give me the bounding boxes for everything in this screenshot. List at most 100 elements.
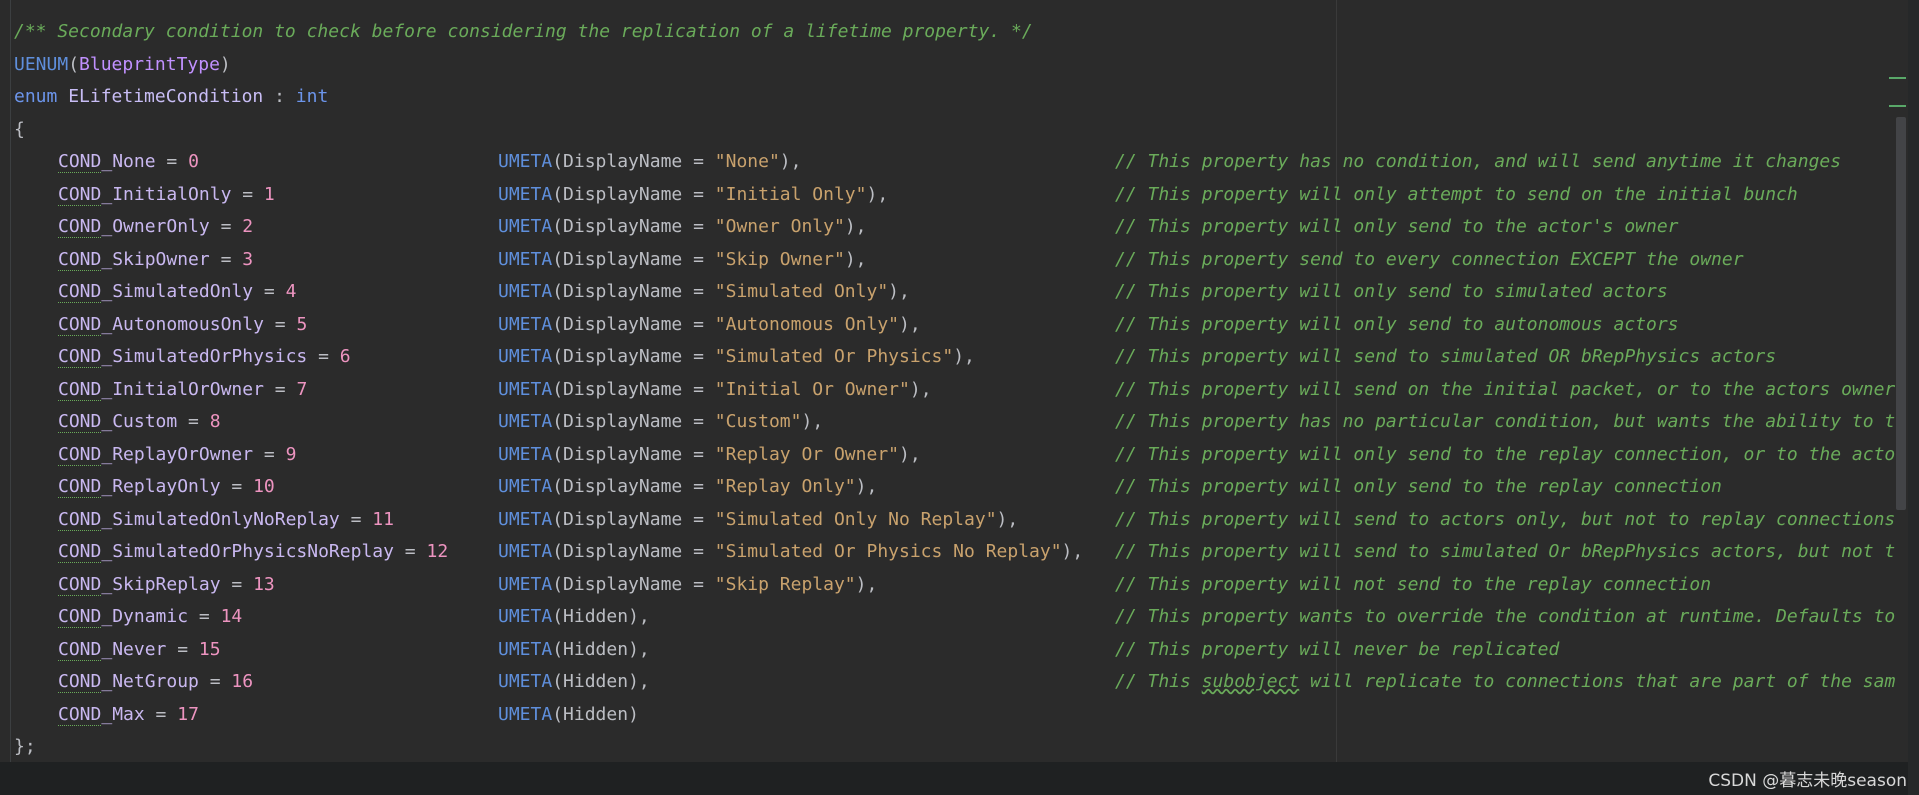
meta-key: Hidden xyxy=(563,638,629,660)
meta-key: DisplayName xyxy=(563,378,683,400)
member-comment: // This property has no condition, and w… xyxy=(1115,151,1842,172)
enum-member-line: COND_SimulatedOrPhysics = 6 UMETA(Display… xyxy=(14,341,1908,374)
meta-key: DisplayName xyxy=(563,248,683,270)
umeta-macro: UMETA xyxy=(498,151,553,172)
member-comment: // This property will only send to the r… xyxy=(1115,476,1722,497)
meta-key: DisplayName xyxy=(563,183,683,205)
member-decl: COND_Max = 17 xyxy=(58,703,199,726)
member-meta: UMETA(DisplayName = "Simulated Or Physic… xyxy=(498,346,975,367)
member-decl: COND_ReplayOnly = 10 xyxy=(58,476,275,498)
enum-member-line: COND_Dynamic = 14 UMETA(Hidden), // This p… xyxy=(14,601,1908,634)
umeta-macro: UMETA xyxy=(498,411,553,432)
enum-sep: : xyxy=(263,86,296,107)
member-value: 2 xyxy=(242,216,254,237)
member-comment: // This property will send to simulated … xyxy=(1115,541,1896,562)
member-name: COND_SimulatedOrPhysicsNoReplay xyxy=(58,541,394,563)
member-meta: UMETA(DisplayName = "Simulated Only"), xyxy=(498,281,910,302)
meta-display-name: "Autonomous Only" xyxy=(714,313,899,335)
umeta-macro: UMETA xyxy=(498,346,553,367)
member-decl: COND_Custom = 8 xyxy=(58,411,221,433)
change-marker[interactable] xyxy=(1889,77,1906,79)
member-separator: , xyxy=(790,151,802,172)
member-separator: , xyxy=(1072,541,1084,562)
uenum-arg: BlueprintType xyxy=(79,53,220,75)
meta-display-name: "Owner Only" xyxy=(714,216,845,237)
code-line: { xyxy=(14,114,1908,147)
enum-member-line: COND_Never = 15 UMETA(Hidden), // This pro… xyxy=(14,634,1908,667)
member-decl: COND_OwnerOnly = 2 xyxy=(58,216,254,238)
member-decl: COND_SkipOwner = 3 xyxy=(58,248,254,271)
member-name: COND_Dynamic xyxy=(58,606,189,628)
meta-key: DisplayName xyxy=(563,216,683,237)
member-meta: UMETA(Hidden), xyxy=(498,606,650,627)
umeta-macro: UMETA xyxy=(498,248,553,270)
meta-display-name: "Simulated Only No Replay" xyxy=(714,508,997,530)
meta-display-name: "Replay Only" xyxy=(714,476,856,497)
member-comment: // This property will send to simulated … xyxy=(1115,346,1777,367)
member-name: COND_AutonomousOnly xyxy=(58,313,264,336)
member-separator: , xyxy=(877,183,889,205)
member-separator: , xyxy=(1007,508,1019,530)
enum-member-line: COND_InitialOrOwner = 7 UMETA(DisplayName… xyxy=(14,374,1908,407)
member-separator: , xyxy=(866,476,878,497)
meta-key: DisplayName xyxy=(563,313,683,335)
vertical-scrollbar[interactable] xyxy=(1896,117,1906,510)
member-separator: , xyxy=(812,411,824,432)
meta-key: Hidden xyxy=(563,671,629,692)
member-meta: UMETA(DisplayName = "Initial Only"), xyxy=(498,183,889,205)
member-meta: UMETA(DisplayName = "Initial Or Owner"), xyxy=(498,378,932,400)
member-comment: // This property will send on the initia… xyxy=(1115,378,1896,400)
member-value: 4 xyxy=(285,281,297,302)
member-comment: // This property will only send to auton… xyxy=(1115,313,1679,335)
member-decl: COND_SkipReplay = 13 xyxy=(58,573,275,596)
member-value: 11 xyxy=(372,508,394,530)
code-editor[interactable]: /** Secondary condition to check before … xyxy=(14,16,1908,762)
member-name: COND_SkipOwner xyxy=(58,248,210,271)
change-marker[interactable] xyxy=(1889,105,1906,107)
enum-member-line: COND_ReplayOnly = 10 UMETA(DisplayName = … xyxy=(14,471,1908,504)
enum-member-line: COND_SimulatedOnlyNoReplay = 11 UMETA(Dis… xyxy=(14,504,1908,537)
meta-display-name: "Simulated Or Physics No Replay" xyxy=(714,541,1062,562)
member-decl: COND_SimulatedOrPhysics = 6 xyxy=(58,346,351,368)
member-comment: // This property will only send to the r… xyxy=(1115,443,1896,465)
member-separator: , xyxy=(909,443,921,465)
meta-key: DisplayName xyxy=(563,476,683,497)
meta-display-name: "Simulated Or Physics" xyxy=(714,346,954,367)
member-name: COND_SkipReplay xyxy=(58,573,221,596)
meta-key: DisplayName xyxy=(563,411,683,432)
meta-display-name: "Skip Owner" xyxy=(714,248,845,270)
umeta-macro: UMETA xyxy=(498,541,553,562)
editor-right-strip xyxy=(1908,0,1919,795)
member-meta: UMETA(DisplayName = "Simulated Or Physic… xyxy=(498,541,1084,562)
enum-name: ELifetimeCondition xyxy=(68,86,264,107)
watermark: CSDN @暮志未晚season xyxy=(1708,771,1907,791)
member-comment: // This property has no particular condi… xyxy=(1115,411,1896,432)
member-name: COND_SimulatedOnlyNoReplay xyxy=(58,508,340,531)
enum-member-line: COND_None = 0 UMETA(DisplayName = "None")… xyxy=(14,146,1908,179)
meta-key: DisplayName xyxy=(563,573,683,595)
meta-key: DisplayName xyxy=(563,346,683,367)
member-comment: // This subobject will replicate to conn… xyxy=(1115,671,1896,692)
member-meta: UMETA(DisplayName = "Owner Only"), xyxy=(498,216,867,237)
enum-member-line: COND_SimulatedOnly = 4 UMETA(DisplayName … xyxy=(14,276,1908,309)
member-separator: , xyxy=(638,638,650,660)
enum-member-line: COND_Custom = 8 UMETA(DisplayName = "Cust… xyxy=(14,406,1908,439)
member-decl: COND_Never = 15 xyxy=(58,638,221,661)
member-value: 0 xyxy=(188,151,199,172)
enum-member-line: COND_NetGroup = 16 UMETA(Hidden), // This … xyxy=(14,666,1908,699)
umeta-macro: UMETA xyxy=(498,703,553,725)
member-meta: UMETA(DisplayName = "Replay Or Owner"), xyxy=(498,443,921,465)
enum-member-line: COND_InitialOnly = 1 UMETA(DisplayName = … xyxy=(14,179,1908,212)
member-separator: , xyxy=(638,606,650,627)
member-value: 5 xyxy=(296,313,308,335)
enum-member-line: COND_AutonomousOnly = 5 UMETA(DisplayName… xyxy=(14,309,1908,342)
open-brace: { xyxy=(14,118,25,140)
umeta-macro: UMETA xyxy=(498,216,553,237)
member-name: COND_Never xyxy=(58,638,167,661)
meta-key: Hidden xyxy=(563,703,629,725)
member-decl: COND_SimulatedOnlyNoReplay = 11 xyxy=(58,508,394,531)
member-name: COND_Max xyxy=(58,703,145,726)
meta-display-name: "Custom" xyxy=(714,411,802,432)
member-value: 9 xyxy=(285,443,297,465)
meta-display-name: "Simulated Only" xyxy=(714,281,889,302)
